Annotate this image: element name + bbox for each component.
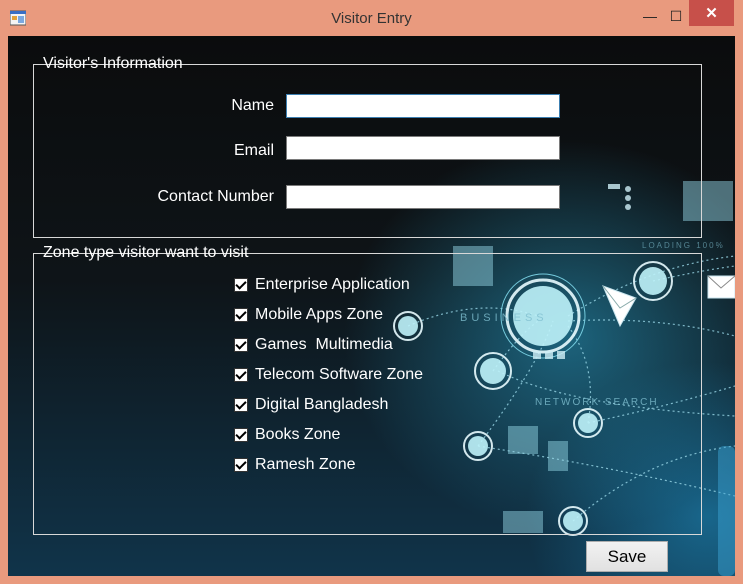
checkbox-checked-icon[interactable]: [234, 368, 248, 382]
contact-number-input[interactable]: [286, 185, 560, 209]
save-button[interactable]: Save: [586, 541, 668, 572]
maximize-button[interactable]: ☐: [663, 0, 689, 32]
zone-label: Enterprise Application: [255, 276, 410, 293]
contact-number-label: Contact Number: [157, 188, 275, 205]
close-icon: ✕: [705, 5, 718, 22]
form-client-area: BUSINESS NETWORK SEARCH LOADING 100% Vis…: [8, 36, 735, 576]
checkbox-checked-icon[interactable]: [234, 308, 248, 322]
zone-label: Games Multimedia: [255, 336, 393, 353]
zone-legend: Zone type visitor want to visit: [43, 244, 249, 261]
title-bar[interactable]: Visitor Entry — ☐ ✕: [0, 0, 743, 35]
zone-label: Mobile Apps Zone: [255, 306, 384, 323]
zone-selection-group: Zone type visitor want to visit: [33, 244, 702, 535]
window-title: Visitor Entry: [331, 10, 412, 27]
zone-checkbox-mobile-apps[interactable]: Mobile Apps Zone: [234, 306, 383, 324]
checkbox-checked-icon[interactable]: [234, 338, 248, 352]
email-label: Email: [233, 142, 274, 159]
maximize-icon: ☐: [669, 7, 683, 24]
minimize-icon: —: [643, 8, 657, 24]
zone-label: Ramesh Zone: [255, 456, 356, 473]
zone-checkbox-telecom-software[interactable]: Telecom Software Zone: [234, 366, 423, 384]
zone-checkbox-games-multimedia[interactable]: Games Multimedia: [234, 336, 393, 354]
zone-label: Digital Bangladesh: [255, 396, 389, 413]
close-button[interactable]: ✕: [689, 0, 734, 26]
zone-checkbox-enterprise[interactable]: Enterprise Application: [234, 276, 410, 294]
zone-label: Telecom Software Zone: [255, 366, 424, 383]
visitor-info-legend: Visitor's Information: [43, 55, 183, 72]
checkbox-checked-icon[interactable]: [234, 458, 248, 472]
app-window: Visitor Entry — ☐ ✕ BUSINESS NETWORK SEA…: [0, 0, 743, 584]
checkbox-checked-icon[interactable]: [234, 428, 248, 442]
email-input[interactable]: [286, 136, 560, 160]
name-input[interactable]: [286, 94, 560, 118]
bg-text-loading: LOADING 100%: [642, 241, 725, 250]
minimize-button[interactable]: —: [637, 0, 663, 32]
checkbox-checked-icon[interactable]: [234, 278, 248, 292]
zone-checkbox-books[interactable]: Books Zone: [234, 426, 340, 444]
checkbox-checked-icon[interactable]: [234, 398, 248, 412]
zone-label: Books Zone: [255, 426, 341, 443]
name-label: Name: [231, 97, 274, 114]
zone-checkbox-digital-bangladesh[interactable]: Digital Bangladesh: [234, 396, 388, 414]
zone-checkbox-ramesh[interactable]: Ramesh Zone: [234, 456, 356, 474]
visitor-info-group: Visitor's Information Name Email Contact…: [33, 55, 702, 238]
